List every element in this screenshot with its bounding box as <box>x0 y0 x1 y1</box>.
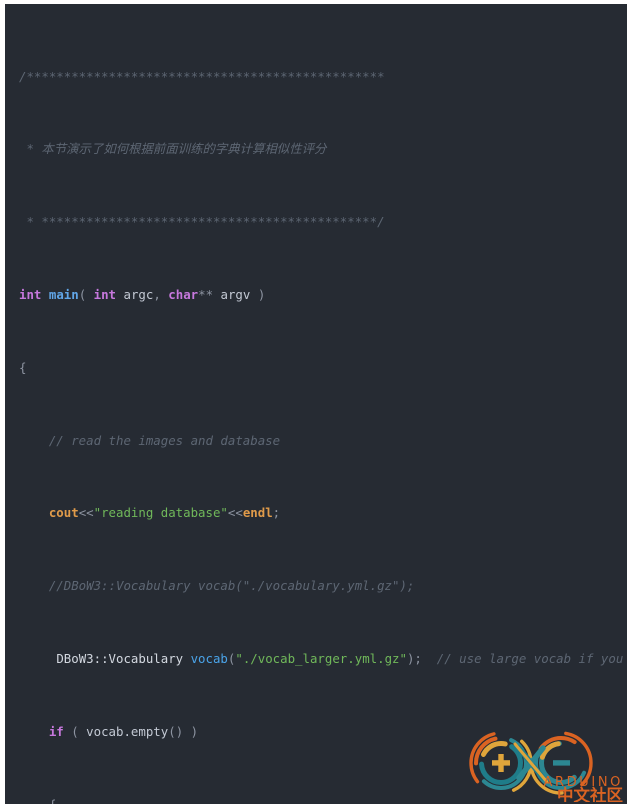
code-content[interactable]: /***************************************… <box>5 4 627 804</box>
code-line: { <box>5 796 627 804</box>
comment-use-large-vocab: // use large vocab if you want <box>436 650 624 666</box>
block-comment-open: /***************************************… <box>19 68 385 84</box>
code-line: DBoW3::Vocabulary vocab("./vocab_larger.… <box>5 650 627 668</box>
code-line: //DBoW3::Vocabulary vocab("./vocabulary.… <box>5 577 627 595</box>
code-line: if ( vocab.empty() ) <box>48 723 199 739</box>
token-function-main: main <box>48 287 79 302</box>
token-cout: cout <box>48 505 79 521</box>
token-keyword-if: if <box>48 723 64 739</box>
brace-open-main: { <box>19 359 27 375</box>
token-keyword-int: int <box>19 287 42 302</box>
code-line: * **************************************… <box>5 213 627 231</box>
code-editor[interactable]: /***************************************… <box>5 4 627 804</box>
comment-vocabulary-commented: //DBoW3::Vocabulary vocab("./vocabulary.… <box>48 578 415 594</box>
code-line: * 本节演示了如何根据前面训练的字典计算相似性评分 <box>5 140 627 158</box>
code-line: // read the images and database <box>5 432 627 450</box>
block-comment-close: * **************************************… <box>19 214 385 230</box>
comment-read-images: // read the images and database <box>48 432 281 448</box>
code-line: /***************************************… <box>5 68 627 86</box>
block-comment-chinese: * 本节演示了如何根据前面训练的字典计算相似性评分 <box>19 141 327 157</box>
code-line: int main( int argc, char** argv ) <box>19 287 266 302</box>
token-dbow3-vocabulary: DBoW3::Vocabulary <box>56 650 191 666</box>
code-line: { <box>5 359 627 377</box>
code-line: cout<<"reading database"<<endl; <box>48 505 281 521</box>
